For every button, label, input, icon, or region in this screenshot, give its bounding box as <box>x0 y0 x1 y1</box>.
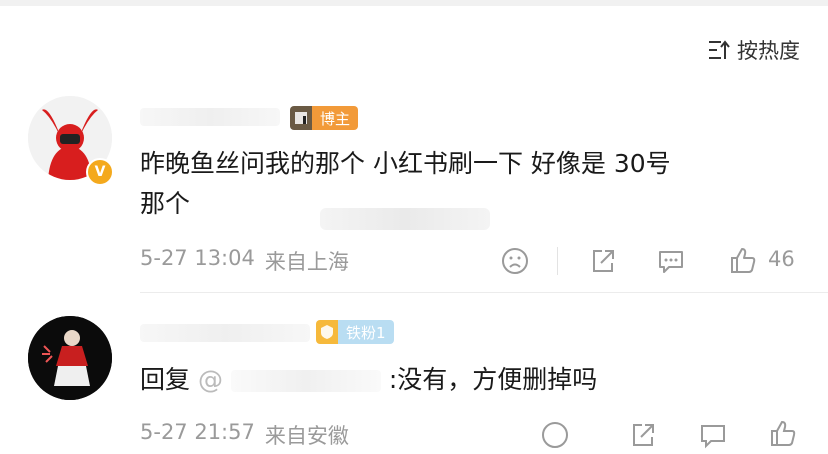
dislike-icon[interactable] <box>540 420 570 454</box>
reply-mention-open[interactable]: @ <box>198 365 223 394</box>
comment-time: 5-27 21:57 <box>140 420 255 444</box>
sort-by-hot-button[interactable]: 按热度 <box>707 35 800 65</box>
redacted-patch <box>320 208 490 230</box>
like-count: 46 <box>768 247 795 271</box>
comment-text: 回复 @ :没有，方便删掉吗 <box>140 360 597 400</box>
share-icon[interactable] <box>588 246 618 280</box>
like-icon[interactable] <box>728 245 758 279</box>
top-strip <box>0 0 828 6</box>
verified-icon: V <box>86 158 114 186</box>
action-divider <box>557 247 558 275</box>
username-redacted[interactable] <box>140 108 280 126</box>
blogger-badge-label: 博主 <box>312 106 359 130</box>
comment-meta: 5-27 21:57 来自安徽 <box>140 420 349 450</box>
comment-text-line: 昨晚鱼丝问我的那个 小红书刷一下 好像是 30号 <box>140 149 671 178</box>
comment-divider <box>140 292 828 293</box>
sort-label: 按热度 <box>737 39 800 63</box>
fan-badge-label: 铁粉1 <box>338 320 394 344</box>
dislike-icon[interactable] <box>500 246 530 280</box>
comment-icon[interactable] <box>698 420 728 454</box>
reply-body: :没有，方便删掉吗 <box>388 365 598 394</box>
avatar[interactable] <box>28 316 112 400</box>
blogger-badge-icon <box>290 106 312 130</box>
reply-prefix: 回复 <box>140 365 191 394</box>
comment-location: 来自上海 <box>264 250 349 274</box>
fan-badge: 铁粉1 <box>316 320 394 344</box>
like-icon[interactable] <box>768 418 798 452</box>
blogger-badge: 博主 <box>290 106 359 130</box>
comment-location: 来自安徽 <box>264 424 349 448</box>
comment-icon[interactable] <box>656 246 686 280</box>
comment-meta: 5-27 13:04 来自上海 <box>140 246 349 276</box>
share-icon[interactable] <box>628 420 658 454</box>
sort-icon <box>707 39 731 61</box>
comment-time: 5-27 13:04 <box>140 246 255 270</box>
username-redacted[interactable] <box>140 324 310 342</box>
reply-mention-redacted[interactable] <box>230 370 381 392</box>
fan-badge-icon <box>316 320 338 344</box>
